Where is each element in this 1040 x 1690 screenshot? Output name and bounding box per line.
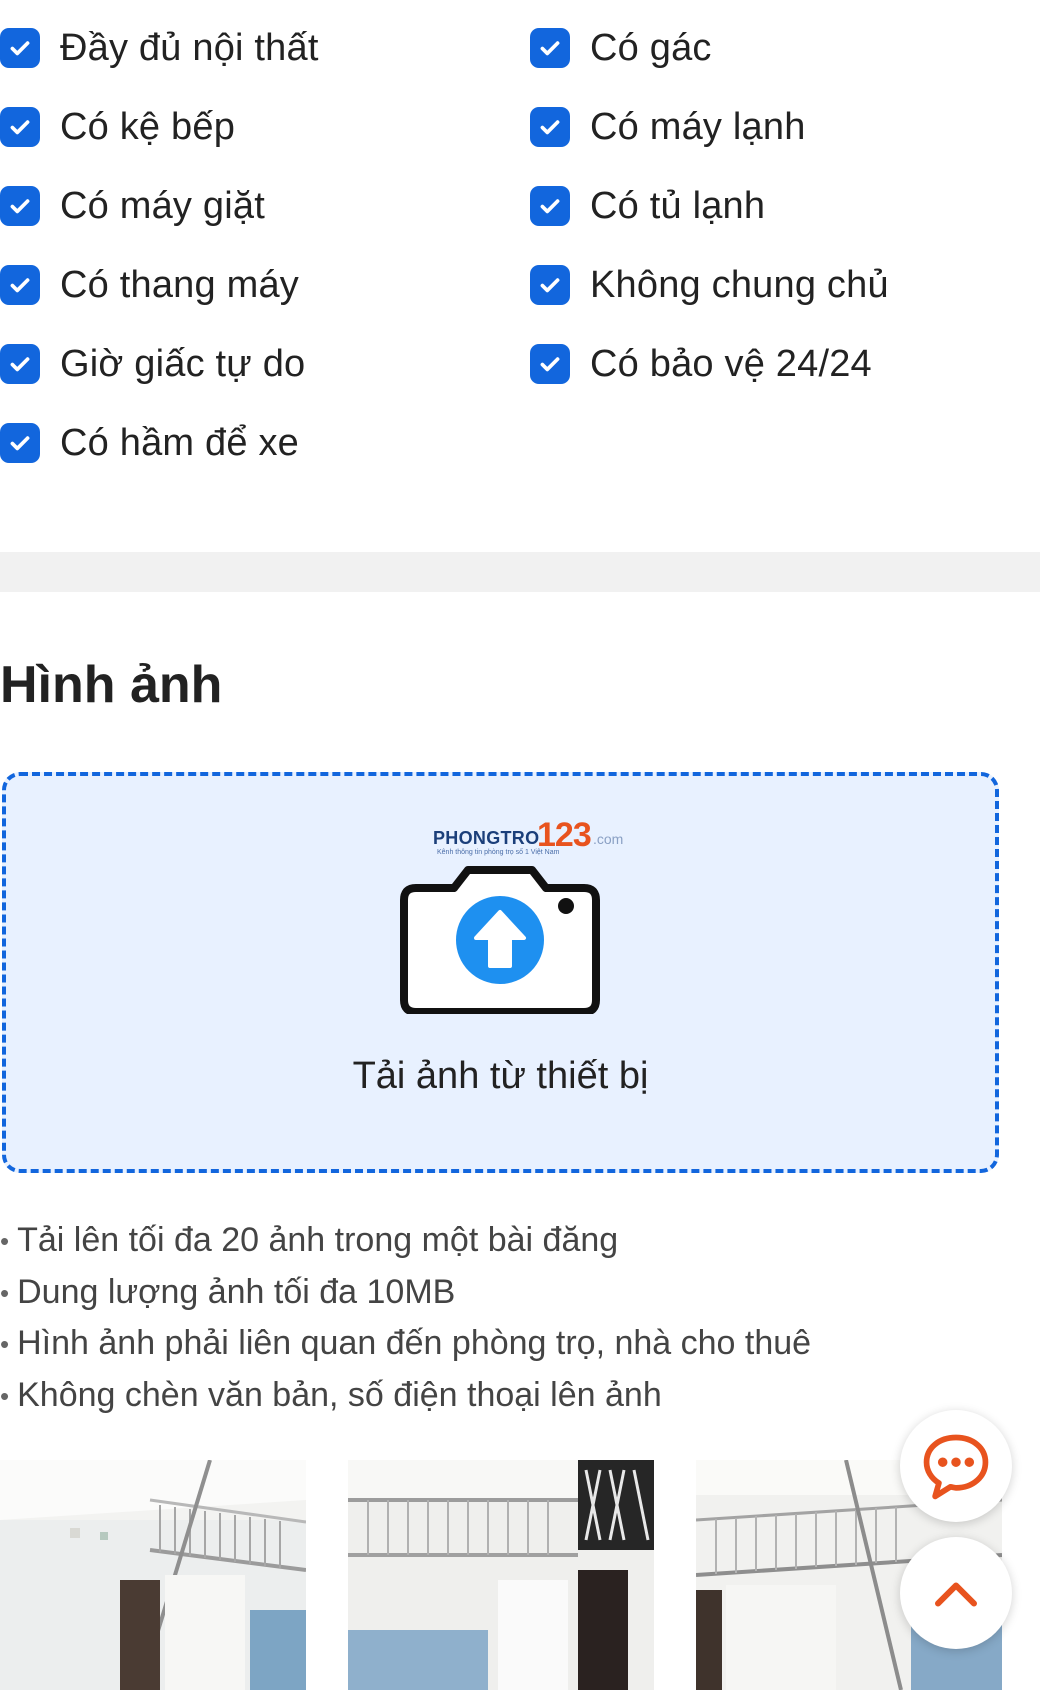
chat-bubble-icon (923, 1434, 989, 1500)
camera-upload-icon[interactable] (400, 866, 600, 1014)
photo-thumbnail[interactable] (348, 1460, 654, 1690)
photo-thumbnail[interactable] (0, 1460, 306, 1690)
check-icon[interactable] (0, 423, 40, 463)
rule-text: Hình ảnh phải liên quan đến phòng trọ, n… (17, 1324, 812, 1362)
upload-from-device-label[interactable]: Tải ảnh từ thiết bị (2, 1055, 999, 1098)
uploaded-photos (0, 1460, 1040, 1690)
scroll-to-top-button[interactable] (900, 1537, 1012, 1649)
amenity-label: Có bảo vệ 24/24 (590, 342, 872, 385)
amenity-label: Có hầm để xe (60, 421, 299, 464)
amenity-washing-machine[interactable]: Có máy giặt (0, 176, 265, 236)
rule-item: • Hình ảnh phải liên quan đến phòng trọ, … (0, 1324, 812, 1362)
rule-item: • Tải lên tối đa 20 ảnh trong một bài đăn… (0, 1221, 619, 1259)
rule-item: • Không chèn văn bản, số điện thoại lên ả… (0, 1375, 662, 1414)
rule-text: Tải lên tối đa 20 ảnh trong một bài đăng (17, 1221, 619, 1259)
chat-button[interactable] (900, 1410, 1012, 1522)
rule-item: • Dung lượng ảnh tối đa 10MB (0, 1272, 456, 1311)
amenity-label: Có thang máy (60, 263, 299, 306)
amenity-elevator[interactable]: Có thang máy (0, 255, 299, 315)
check-icon[interactable] (530, 28, 570, 68)
amenity-free-hours[interactable]: Giờ giấc tự do (0, 334, 305, 394)
amenity-air-conditioner[interactable]: Có máy lạnh (530, 97, 806, 157)
amenity-label: Có kệ bếp (60, 105, 236, 148)
images-section-title: Hình ảnh (0, 656, 223, 714)
amenity-kitchen-shelf[interactable]: Có kệ bếp (0, 97, 235, 157)
amenity-fridge[interactable]: Có tủ lạnh (530, 176, 765, 236)
check-icon[interactable] (0, 107, 40, 147)
upload-rules-list: • Tải lên tối đa 20 ảnh trong một bài đăn… (0, 1215, 1040, 1421)
rule-text: Không chèn văn bản, số điện thoại lên ản… (17, 1375, 662, 1414)
amenity-basement-parking[interactable]: Có hầm để xe (0, 413, 299, 473)
amenity-label: Có tủ lạnh (590, 184, 766, 227)
amenity-label: Giờ giấc tự do (60, 342, 306, 385)
check-icon[interactable] (530, 186, 570, 226)
amenity-label: Đầy đủ nội thất (60, 26, 319, 69)
amenity-loft[interactable]: Có gác (530, 18, 712, 78)
check-icon[interactable] (0, 344, 40, 384)
amenity-security-24h[interactable]: Có bảo vệ 24/24 (530, 334, 872, 394)
amenity-no-landlord[interactable]: Không chung chủ (530, 255, 889, 315)
check-icon[interactable] (530, 344, 570, 384)
amenity-full-furniture[interactable]: Đầy đủ nội thất (0, 18, 319, 78)
check-icon[interactable] (0, 265, 40, 305)
check-icon[interactable] (0, 186, 40, 226)
logo-suffix: .com (593, 831, 624, 847)
logo-tagline: Kênh thông tin phòng trọ số 1 Việt Nam (437, 849, 560, 856)
check-icon[interactable] (530, 265, 570, 305)
amenity-label: Có gác (590, 26, 712, 69)
amenity-label: Không chung chủ (590, 263, 889, 306)
check-icon[interactable] (0, 28, 40, 68)
chevron-up-icon (935, 1582, 977, 1607)
logo-text: PHONGTRO (433, 828, 540, 848)
section-divider (0, 552, 1040, 592)
amenity-label: Có máy lạnh (590, 105, 806, 148)
amenity-label: Có máy giặt (60, 184, 265, 227)
rule-text: Dung lượng ảnh tối đa 10MB (17, 1272, 456, 1311)
check-icon[interactable] (530, 107, 570, 147)
